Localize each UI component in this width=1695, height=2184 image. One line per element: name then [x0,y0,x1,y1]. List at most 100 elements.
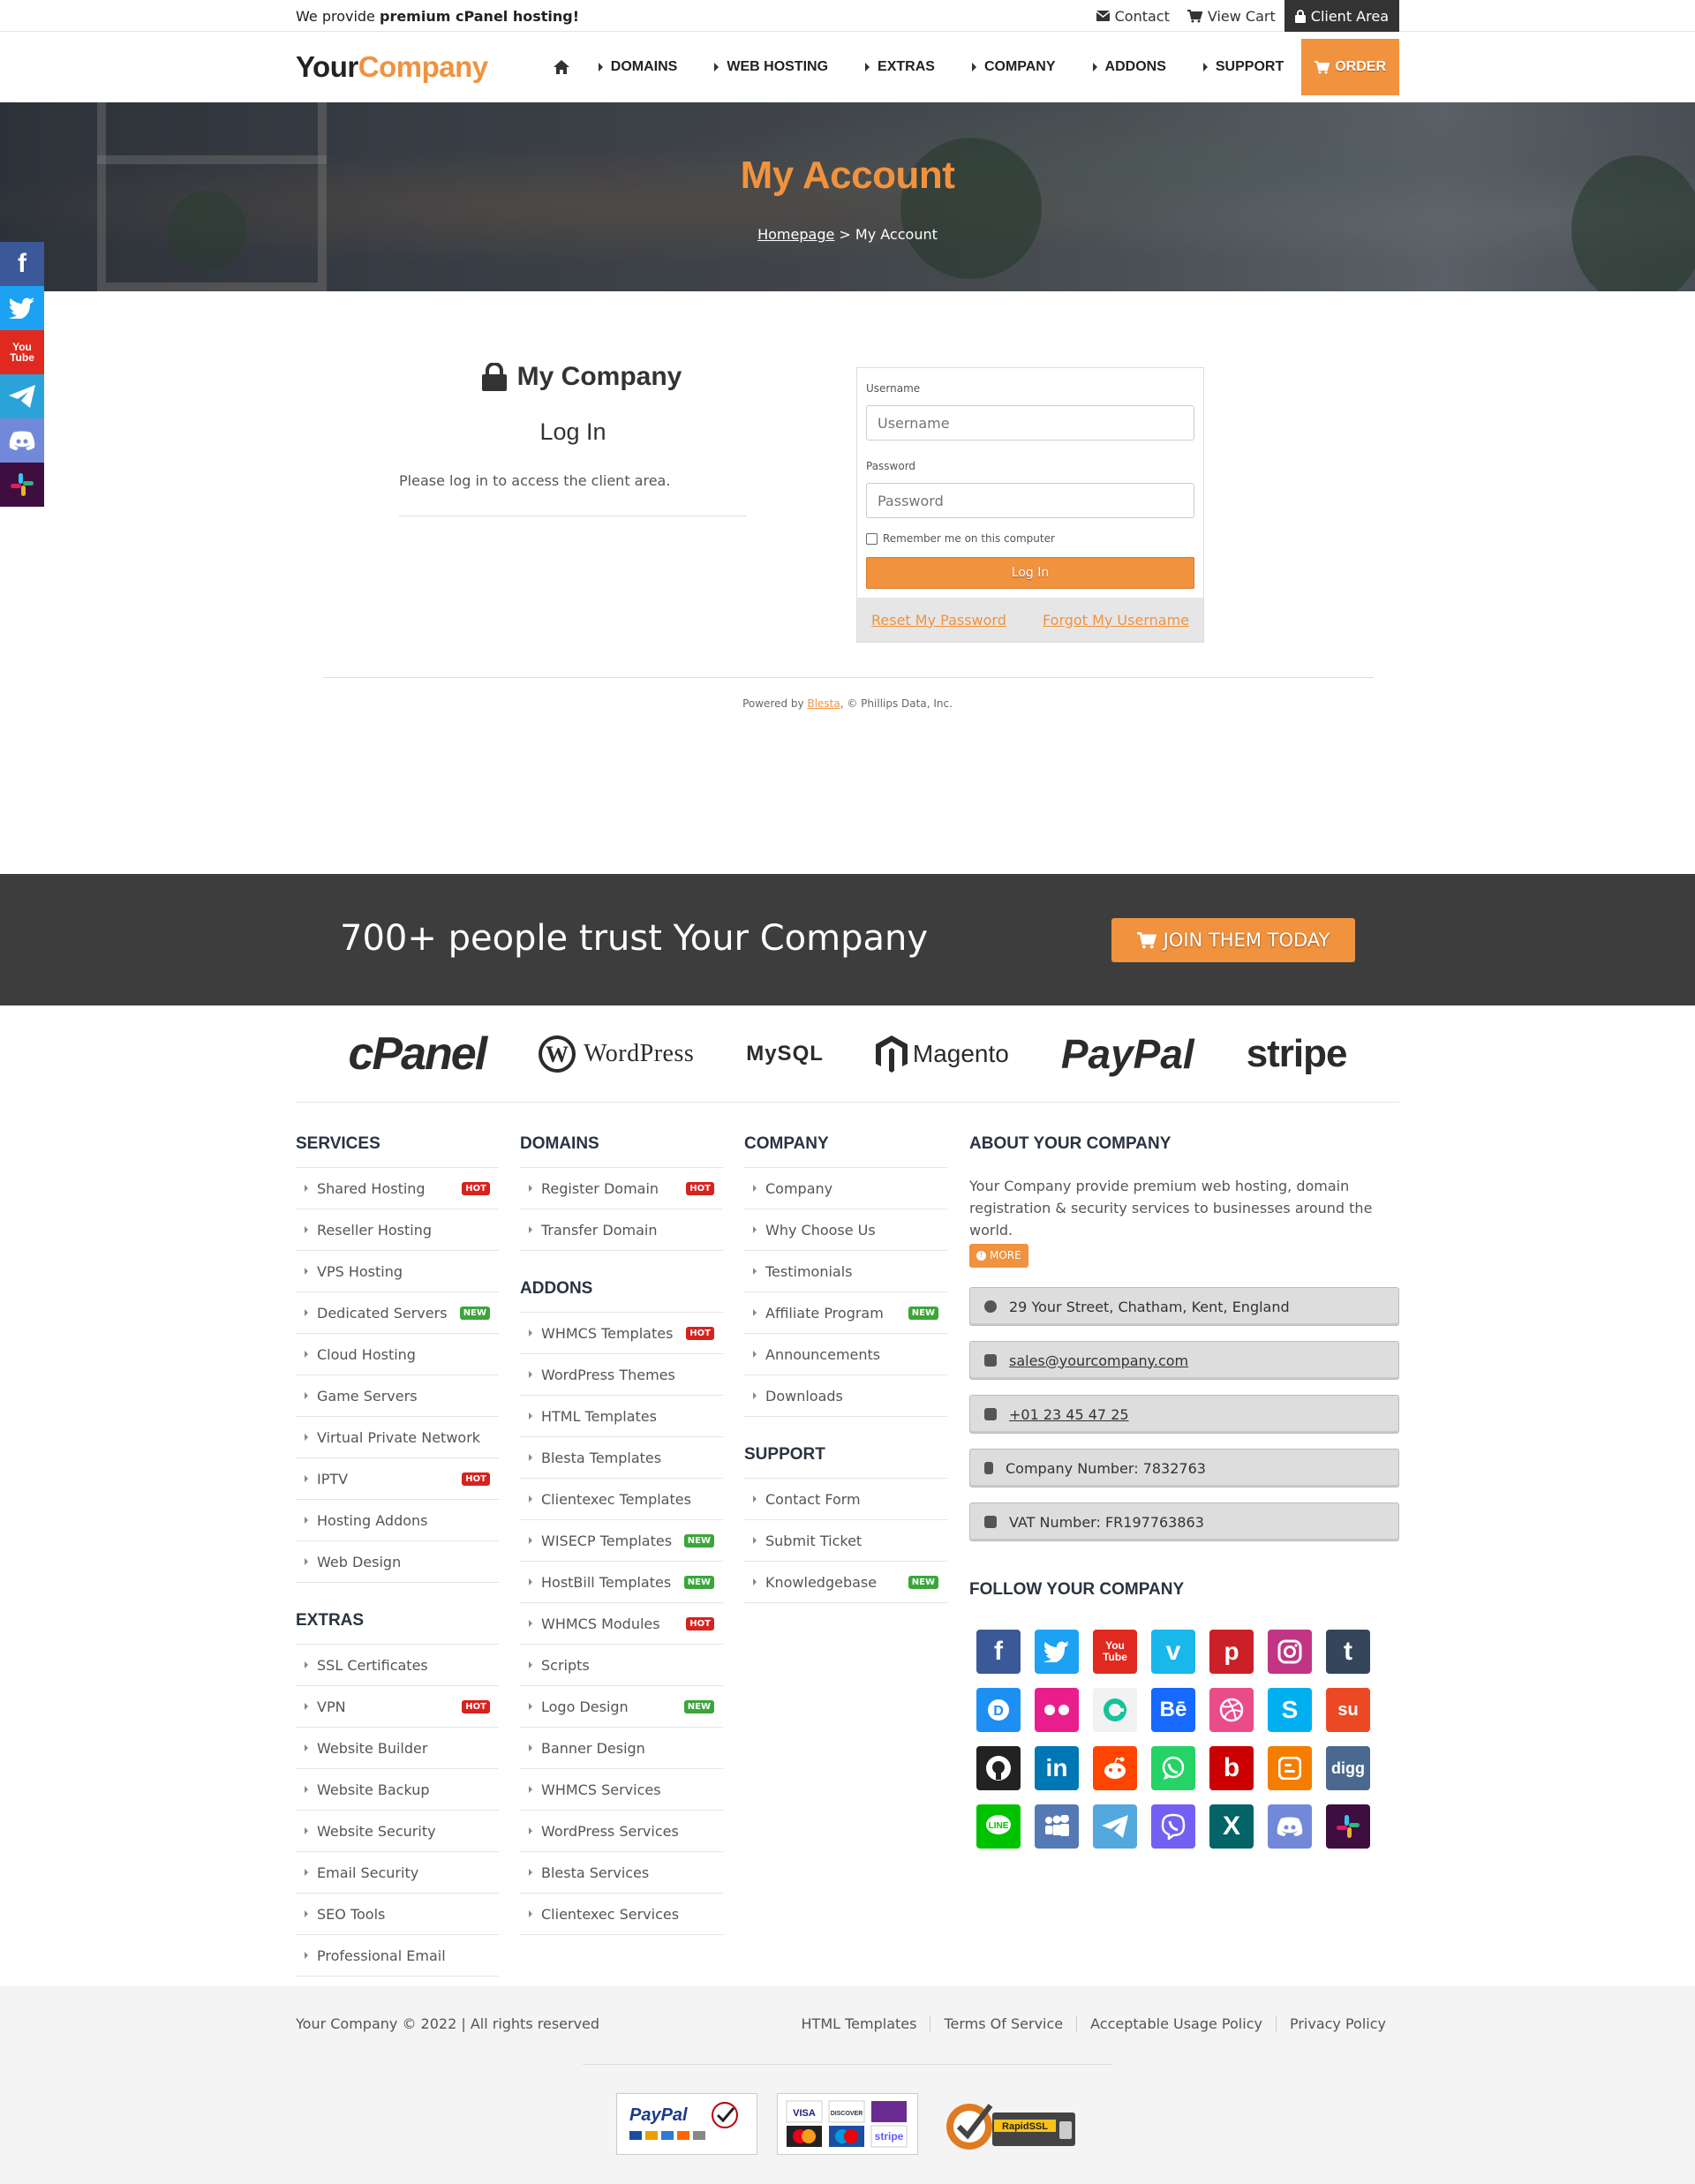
footer-list-item[interactable]: WordPress Services [520,1811,723,1852]
skype-icon[interactable]: S [1268,1688,1312,1732]
footer-list-item[interactable]: VPS Hosting [296,1251,499,1292]
footer-list-item[interactable]: Scripts [520,1645,723,1686]
footer-list-item[interactable]: IPTV HOT [296,1458,499,1500]
order-button[interactable]: ORDER [1301,39,1399,95]
footer-list-item[interactable]: Affiliate Program NEW [744,1292,947,1334]
footer-list-item[interactable]: Clientexec Templates [520,1479,723,1520]
email-link[interactable]: sales@yourcompany.com [1009,1352,1188,1369]
footer-list-item[interactable]: Blesta Templates [520,1437,723,1479]
stumbleupon-icon[interactable]: su [1326,1688,1370,1732]
digg-icon[interactable]: digg [1326,1746,1370,1790]
footer-list-item[interactable]: Game Servers [296,1375,499,1417]
footer-list-item[interactable]: Website Backup [296,1769,499,1811]
contact-link[interactable]: Contact [1088,0,1179,32]
bebo-icon[interactable]: b [1209,1746,1254,1790]
flickr-icon[interactable] [1035,1688,1079,1732]
footer-list-item[interactable]: Submit Ticket [744,1520,947,1562]
footer-list-item[interactable]: Transfer Domain [520,1209,723,1251]
footer-list-item[interactable]: Why Choose Us [744,1209,947,1251]
disqus-icon[interactable]: D [976,1688,1021,1732]
footer-list-item[interactable]: Website Security [296,1811,499,1852]
vimeo-icon[interactable]: v [1151,1630,1195,1674]
footer-list-item[interactable]: SSL Certificates [296,1645,499,1686]
dribbble-icon[interactable] [1209,1688,1254,1732]
footer-list-item[interactable]: Knowledgebase NEW [744,1562,947,1603]
behance-icon[interactable]: Bē [1151,1688,1195,1732]
footer-list-item[interactable]: Hosting Addons [296,1500,499,1541]
facebook-icon[interactable]: f [976,1630,1021,1674]
footer-list-item[interactable]: Website Builder [296,1728,499,1769]
footer-list-item[interactable]: HostBill Templates NEW [520,1562,723,1603]
phone-link[interactable]: +01 23 45 47 25 [1009,1406,1129,1423]
pinterest-icon[interactable]: p [1209,1630,1254,1674]
footer-list-item[interactable]: WHMCS Services [520,1769,723,1811]
footer-list-item[interactable]: Reseller Hosting [296,1209,499,1251]
footer-list-item[interactable]: Downloads [744,1375,947,1417]
footer-list-item[interactable]: Blesta Services [520,1852,723,1894]
footer-list-item[interactable]: Dedicated Servers NEW [296,1292,499,1334]
myspace-icon[interactable] [1035,1804,1079,1849]
reset-password-link[interactable]: Reset My Password [871,612,1006,629]
login-button[interactable]: Log In [866,557,1194,589]
view-cart-link[interactable]: View Cart [1179,0,1284,32]
youtube-icon[interactable]: You Tube [1093,1630,1137,1674]
footer-list-item[interactable]: SEO Tools [296,1894,499,1935]
footer-list-item[interactable]: Logo Design NEW [520,1686,723,1728]
viber-icon[interactable] [1151,1804,1195,1849]
footer-list-item[interactable]: WISECP Templates NEW [520,1520,723,1562]
xing-icon[interactable]: X [1209,1804,1254,1849]
discord-icon[interactable] [1268,1804,1312,1849]
whatsapp-icon[interactable] [1151,1746,1195,1790]
github-icon[interactable] [976,1746,1021,1790]
more-button[interactable]: ! MORE [969,1244,1028,1268]
nav-web-hosting[interactable]: WEB HOSTING [695,59,846,75]
twitter-icon[interactable] [1035,1630,1079,1674]
grammarly-icon[interactable] [1093,1688,1137,1732]
nav-company[interactable]: COMPANY [953,59,1074,75]
footer-list-item[interactable]: Cloud Hosting [296,1334,499,1375]
slack-icon[interactable] [1326,1804,1370,1849]
forgot-username-link[interactable]: Forgot My Username [1043,612,1189,629]
client-area-link[interactable]: Client Area [1284,0,1399,32]
footer-list-item[interactable]: Company [744,1168,947,1209]
footer-link-html-templates[interactable]: HTML Templates [788,2015,930,2032]
blogger-icon[interactable] [1268,1746,1312,1790]
nav-extras[interactable]: EXTRAS [846,59,953,75]
footer-link-privacy[interactable]: Privacy Policy [1275,2015,1399,2032]
footer-list-item[interactable]: WHMCS Modules HOT [520,1603,723,1645]
linkedin-icon[interactable]: in [1035,1746,1079,1790]
footer-list-item[interactable]: Contact Form [744,1479,947,1520]
password-input[interactable] [866,483,1194,518]
footer-list-item[interactable]: WHMCS Templates HOT [520,1313,723,1354]
line-icon[interactable]: LINE [976,1804,1021,1849]
footer-link-terms[interactable]: Terms Of Service [930,2015,1076,2032]
footer-list-item[interactable]: Professional Email [296,1935,499,1977]
footer-list-item[interactable]: Web Design [296,1541,499,1583]
footer-list-item[interactable]: VPN HOT [296,1686,499,1728]
remember-me[interactable]: Remember me on this computer [866,532,1194,545]
logo[interactable]: YourCompany [296,50,488,84]
tumblr-icon[interactable]: t [1326,1630,1370,1674]
footer-list-item[interactable]: Announcements [744,1334,947,1375]
telegram-icon[interactable] [1093,1804,1137,1849]
footer-list-item[interactable]: Testimonials [744,1251,947,1292]
footer-list-item[interactable]: Register Domain HOT [520,1168,723,1209]
footer-list-item[interactable]: Clientexec Services [520,1894,723,1935]
nav-addons[interactable]: ADDONS [1074,59,1184,75]
reddit-icon[interactable] [1093,1746,1137,1790]
footer-list-item[interactable]: Shared Hosting HOT [296,1168,499,1209]
facebook-icon[interactable]: f [0,242,44,286]
nav-domains[interactable]: DOMAINS [579,59,696,75]
nav-home[interactable] [544,60,579,74]
footer-list-item[interactable]: WordPress Themes [520,1354,723,1396]
breadcrumb-home[interactable]: Homepage [757,226,834,243]
nav-support[interactable]: SUPPORT [1184,59,1301,75]
remember-checkbox[interactable] [866,532,878,545]
instagram-icon[interactable] [1268,1630,1312,1674]
footer-link-aup[interactable]: Acceptable Usage Policy [1076,2015,1276,2032]
footer-list-item[interactable]: Email Security [296,1852,499,1894]
join-button[interactable]: JOIN THEM TODAY [1111,918,1355,962]
blesta-link[interactable]: Blesta [807,697,840,710]
footer-list-item[interactable]: Virtual Private Network [296,1417,499,1458]
footer-list-item[interactable]: Banner Design [520,1728,723,1769]
